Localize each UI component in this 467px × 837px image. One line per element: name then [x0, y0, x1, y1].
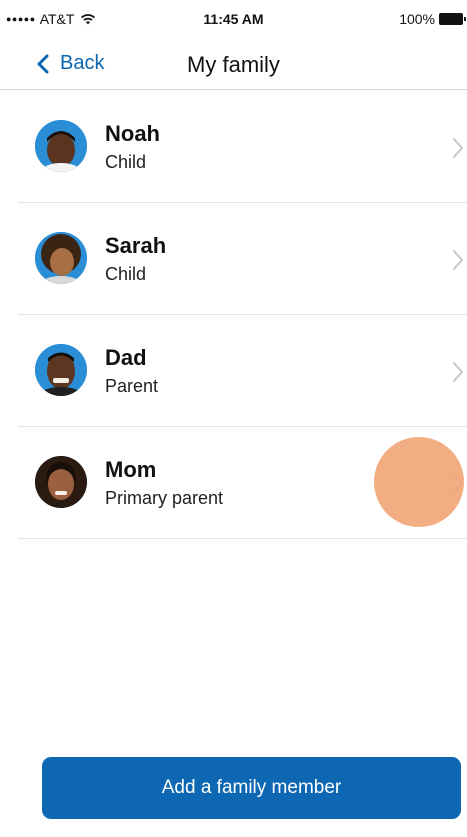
touch-indicator [374, 437, 464, 527]
page-title: My family [187, 52, 280, 77]
battery-percent: 100% [399, 11, 435, 27]
avatar-dad [35, 344, 87, 396]
member-name: Sarah [105, 233, 167, 258]
member-name: Noah [105, 121, 160, 146]
avatar-noah [35, 120, 87, 172]
member-name: Mom [105, 457, 157, 482]
list-item-noah[interactable]: Noah Child [18, 91, 467, 203]
status-bar: ●●●●● AT&T 11:45 AM 100% [0, 0, 467, 40]
chevron-right-icon [453, 362, 464, 382]
chevron-right-icon [453, 250, 464, 270]
navigation-bar: Back My family [0, 40, 467, 90]
member-role: Child [105, 264, 147, 284]
battery-icon [439, 13, 466, 25]
add-family-member-button[interactable]: Add a family member [42, 757, 461, 819]
member-role: Parent [105, 376, 159, 396]
list-item-dad[interactable]: Dad Parent [18, 315, 467, 427]
list-item-sarah[interactable]: Sarah Child [18, 203, 467, 315]
member-role: Primary parent [105, 488, 224, 508]
member-name: Dad [105, 345, 147, 370]
chevron-right-icon [453, 138, 464, 158]
member-role: Child [105, 152, 147, 172]
my-family-screen: ●●●●● AT&T 11:45 AM 100% Back My family [0, 0, 467, 837]
status-right: 100% [399, 11, 466, 27]
avatar-mom [35, 456, 87, 508]
status-time: 11:45 AM [203, 11, 264, 27]
avatar-sarah [35, 232, 87, 284]
